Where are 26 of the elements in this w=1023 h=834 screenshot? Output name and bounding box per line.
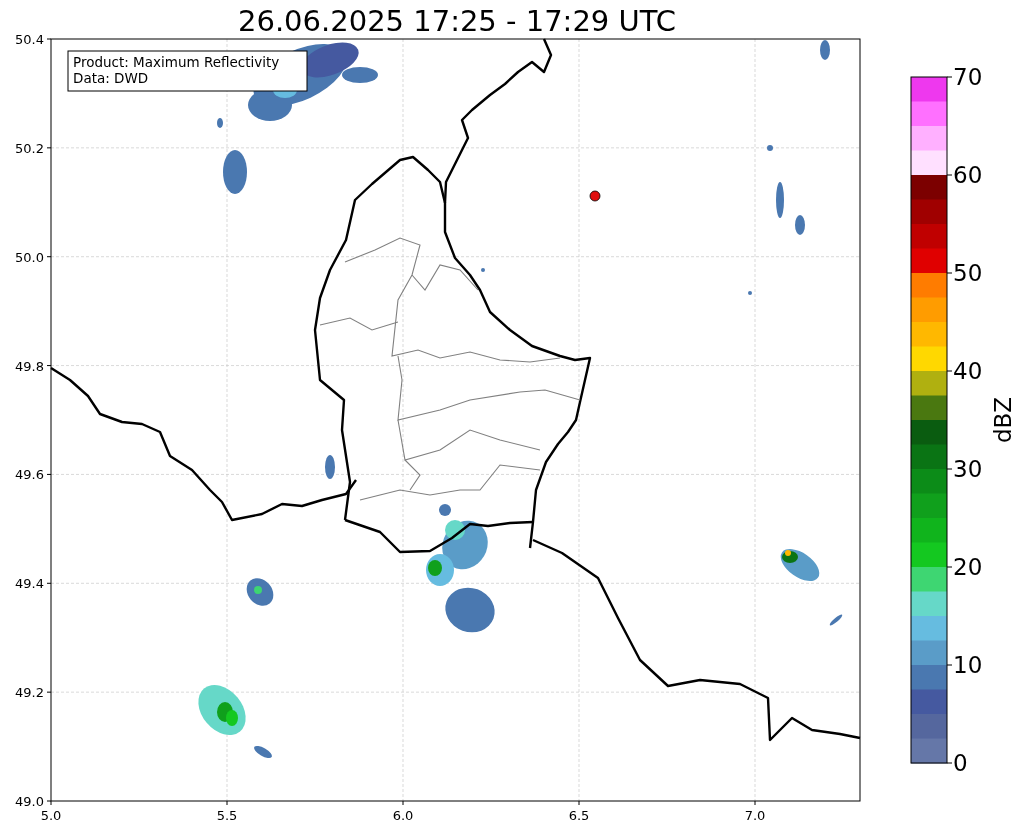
y-tick-label: 49.4 bbox=[15, 576, 44, 592]
x-tick-label: 5.0 bbox=[40, 808, 62, 823]
colorbar-tick-label: 60 bbox=[953, 162, 983, 188]
info-text: Product: Maximum Reflectivity bbox=[73, 54, 280, 70]
colorbar-label: dBZ bbox=[990, 396, 1016, 444]
colorbar-tick-label: 50 bbox=[953, 260, 983, 286]
colorbar-tick-label: 20 bbox=[953, 554, 983, 580]
x-tick-label: 5.5 bbox=[216, 808, 238, 823]
x-tick-label: 6.0 bbox=[392, 808, 414, 823]
y-tick-label: 49.6 bbox=[15, 467, 44, 483]
y-tick-label: 50.2 bbox=[15, 140, 44, 156]
colorbar-tick-label: 40 bbox=[953, 358, 983, 384]
colorbar-tick-label: 70 bbox=[953, 64, 983, 90]
colorbar-tick-label: 30 bbox=[953, 456, 983, 482]
y-tick-label: 50.4 bbox=[15, 32, 44, 47]
y-tick-label: 49.0 bbox=[15, 794, 44, 809]
chart-title: 26.06.2025 17:25 - 17:29 UTC bbox=[238, 4, 676, 38]
colorbar-tick-label: 0 bbox=[953, 750, 968, 776]
y-tick-label: 49.2 bbox=[15, 685, 44, 701]
info-text: Data: DWD bbox=[73, 70, 149, 86]
x-tick-label: 6.5 bbox=[568, 808, 590, 823]
y-tick-label: 49.8 bbox=[15, 358, 44, 374]
y-tick-label: 50.0 bbox=[15, 249, 44, 265]
location-marker bbox=[589, 190, 601, 202]
x-tick-label: 7.0 bbox=[744, 808, 766, 823]
colorbar-tick-label: 10 bbox=[953, 652, 983, 678]
